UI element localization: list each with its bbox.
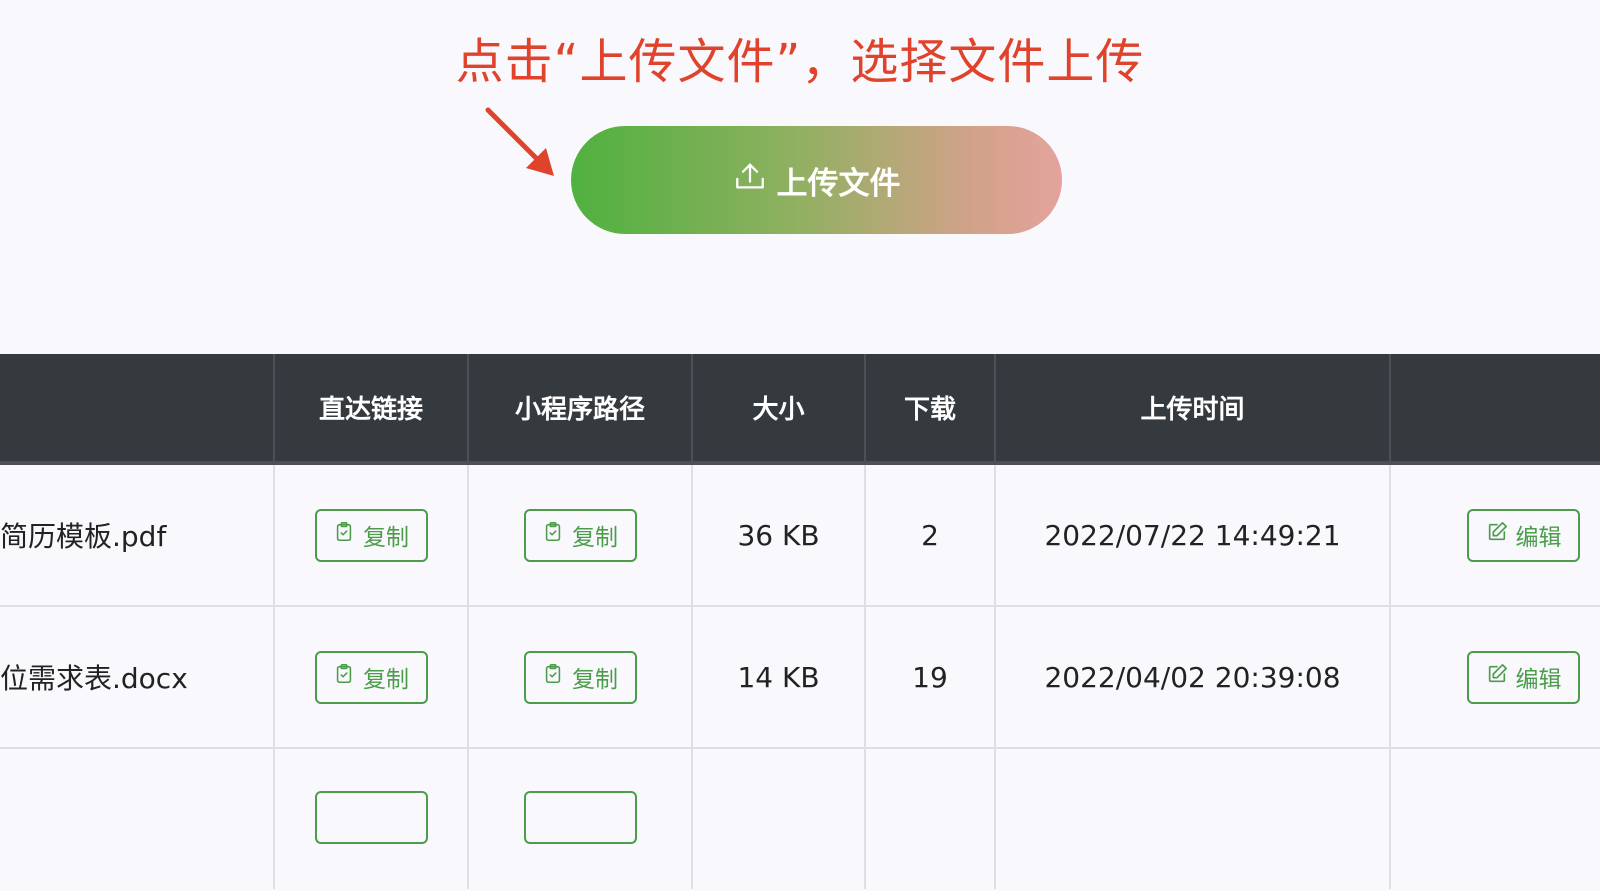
actions-cell: 编辑	[1389, 607, 1600, 747]
path-cell: 复制	[467, 465, 691, 605]
actions-cell: 编辑	[1389, 465, 1600, 605]
copy-link-label: 复制	[363, 525, 409, 551]
copy-path-button[interactable]: 复制	[523, 650, 637, 704]
edit-icon	[1486, 521, 1508, 549]
edit-label: 编辑	[1515, 667, 1562, 693]
file-name: 简历模板.pdf	[0, 520, 167, 553]
edit-icon	[1486, 663, 1508, 691]
header-upload-time: 上传时间	[994, 354, 1389, 461]
download-count: 19	[864, 607, 994, 747]
link-cell: 复制	[273, 465, 467, 605]
copy-path-button[interactable]: 复制	[523, 508, 637, 562]
header-downloads: 下载	[864, 354, 994, 461]
copy-link-button[interactable]: 复制	[314, 650, 428, 704]
copy-path-label: 复制	[572, 667, 618, 693]
link-cell: 复制	[273, 607, 467, 747]
edit-button[interactable]: 编辑	[1467, 650, 1580, 704]
table-header: 直达链接 小程序路径 大小 下载 上传时间	[0, 354, 1600, 465]
copy-link-button[interactable]	[314, 791, 428, 844]
header-actions	[1389, 354, 1600, 461]
edit-label: 编辑	[1515, 525, 1562, 551]
file-size: 14 KB	[691, 607, 864, 747]
clipboard-icon	[542, 521, 564, 549]
clipboard-icon	[333, 521, 355, 549]
header-name	[0, 354, 273, 461]
actions-cell	[1389, 749, 1600, 889]
edit-button[interactable]: 编辑	[1467, 508, 1580, 562]
clipboard-icon	[333, 663, 355, 691]
download-count: 2	[864, 465, 994, 605]
table-row	[0, 749, 1600, 891]
path-cell: 复制	[467, 607, 691, 747]
header-size: 大小	[691, 354, 864, 461]
clipboard-icon	[542, 663, 564, 691]
upload-time: 2022/04/02 20:39:08	[994, 607, 1389, 747]
header-miniprogram-path: 小程序路径	[467, 354, 691, 461]
table-row: 简历模板.pdf 复制 复制 36 KB 2 2022/07/22 14:49:…	[0, 465, 1600, 607]
table-row: 位需求表.docx 复制 复制 14 KB 19 2022/04/02 20:3…	[0, 607, 1600, 749]
upload-icon	[733, 159, 767, 201]
file-size: 36 KB	[691, 465, 864, 605]
upload-button-label: 上传文件	[776, 165, 901, 202]
download-count	[864, 749, 994, 889]
link-cell	[273, 749, 467, 889]
copy-path-button[interactable]	[523, 791, 637, 844]
upload-file-button[interactable]: 上传文件	[571, 126, 1062, 234]
pointer-arrow-icon	[485, 107, 554, 176]
copy-link-button[interactable]: 复制	[314, 508, 428, 562]
file-name	[0, 749, 273, 889]
copy-link-label: 复制	[363, 667, 409, 693]
instruction-hint: 点击“上传文件”，选择文件上传	[455, 34, 1145, 90]
path-cell	[467, 749, 691, 889]
upload-time	[994, 749, 1389, 889]
copy-path-label: 复制	[572, 525, 618, 551]
header-direct-link: 直达链接	[273, 354, 467, 461]
file-size	[691, 749, 864, 889]
upload-time: 2022/07/22 14:49:21	[994, 465, 1389, 605]
file-name: 位需求表.docx	[0, 662, 188, 695]
